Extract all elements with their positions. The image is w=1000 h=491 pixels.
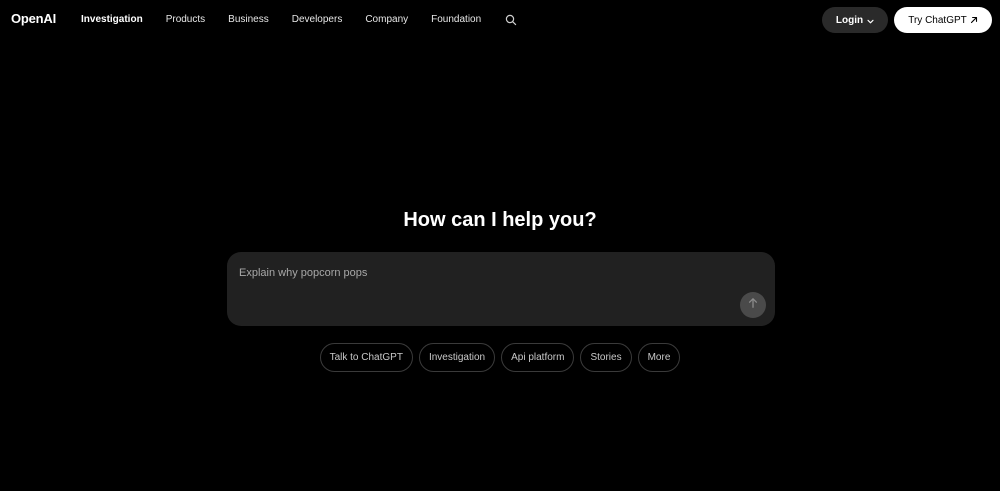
suggestion-chips: Talk to ChatGPT Investigation Api platfo… — [0, 343, 1000, 372]
search-icon[interactable] — [505, 13, 517, 26]
openai-logo[interactable]: OpenAI — [11, 11, 56, 26]
chip-api-platform[interactable]: Api platform — [501, 343, 575, 372]
nav-item-developers[interactable]: Developers — [292, 14, 343, 25]
nav-item-company[interactable]: Company — [365, 14, 408, 25]
send-button[interactable] — [740, 292, 766, 318]
chip-talk-to-chatgpt[interactable]: Talk to ChatGPT — [319, 343, 413, 372]
chevron-down-icon — [867, 17, 874, 24]
try-chatgpt-label: Try ChatGPT — [908, 14, 967, 26]
nav-links: Investigation Products Business Develope… — [81, 13, 517, 26]
try-chatgpt-button[interactable]: Try ChatGPT — [894, 7, 992, 33]
prompt-input[interactable] — [239, 264, 719, 282]
login-button[interactable]: Login — [822, 7, 888, 33]
arrow-up-icon — [747, 296, 759, 314]
nav-item-business[interactable]: Business — [228, 14, 269, 25]
nav-item-foundation[interactable]: Foundation — [431, 14, 481, 25]
chip-investigation[interactable]: Investigation — [418, 343, 496, 372]
hero-title: How can I help you? — [403, 209, 597, 231]
nav-item-products[interactable]: Products — [166, 14, 205, 25]
chip-stories[interactable]: Stories — [580, 343, 632, 372]
top-navigation: OpenAI Investigation Products Business D… — [0, 0, 1000, 40]
login-label: Login — [835, 14, 864, 26]
arrow-up-right-icon — [970, 16, 978, 24]
nav-item-investigation[interactable]: Investigation — [81, 14, 143, 25]
prompt-box — [227, 252, 775, 326]
chip-more[interactable]: More — [637, 343, 681, 372]
